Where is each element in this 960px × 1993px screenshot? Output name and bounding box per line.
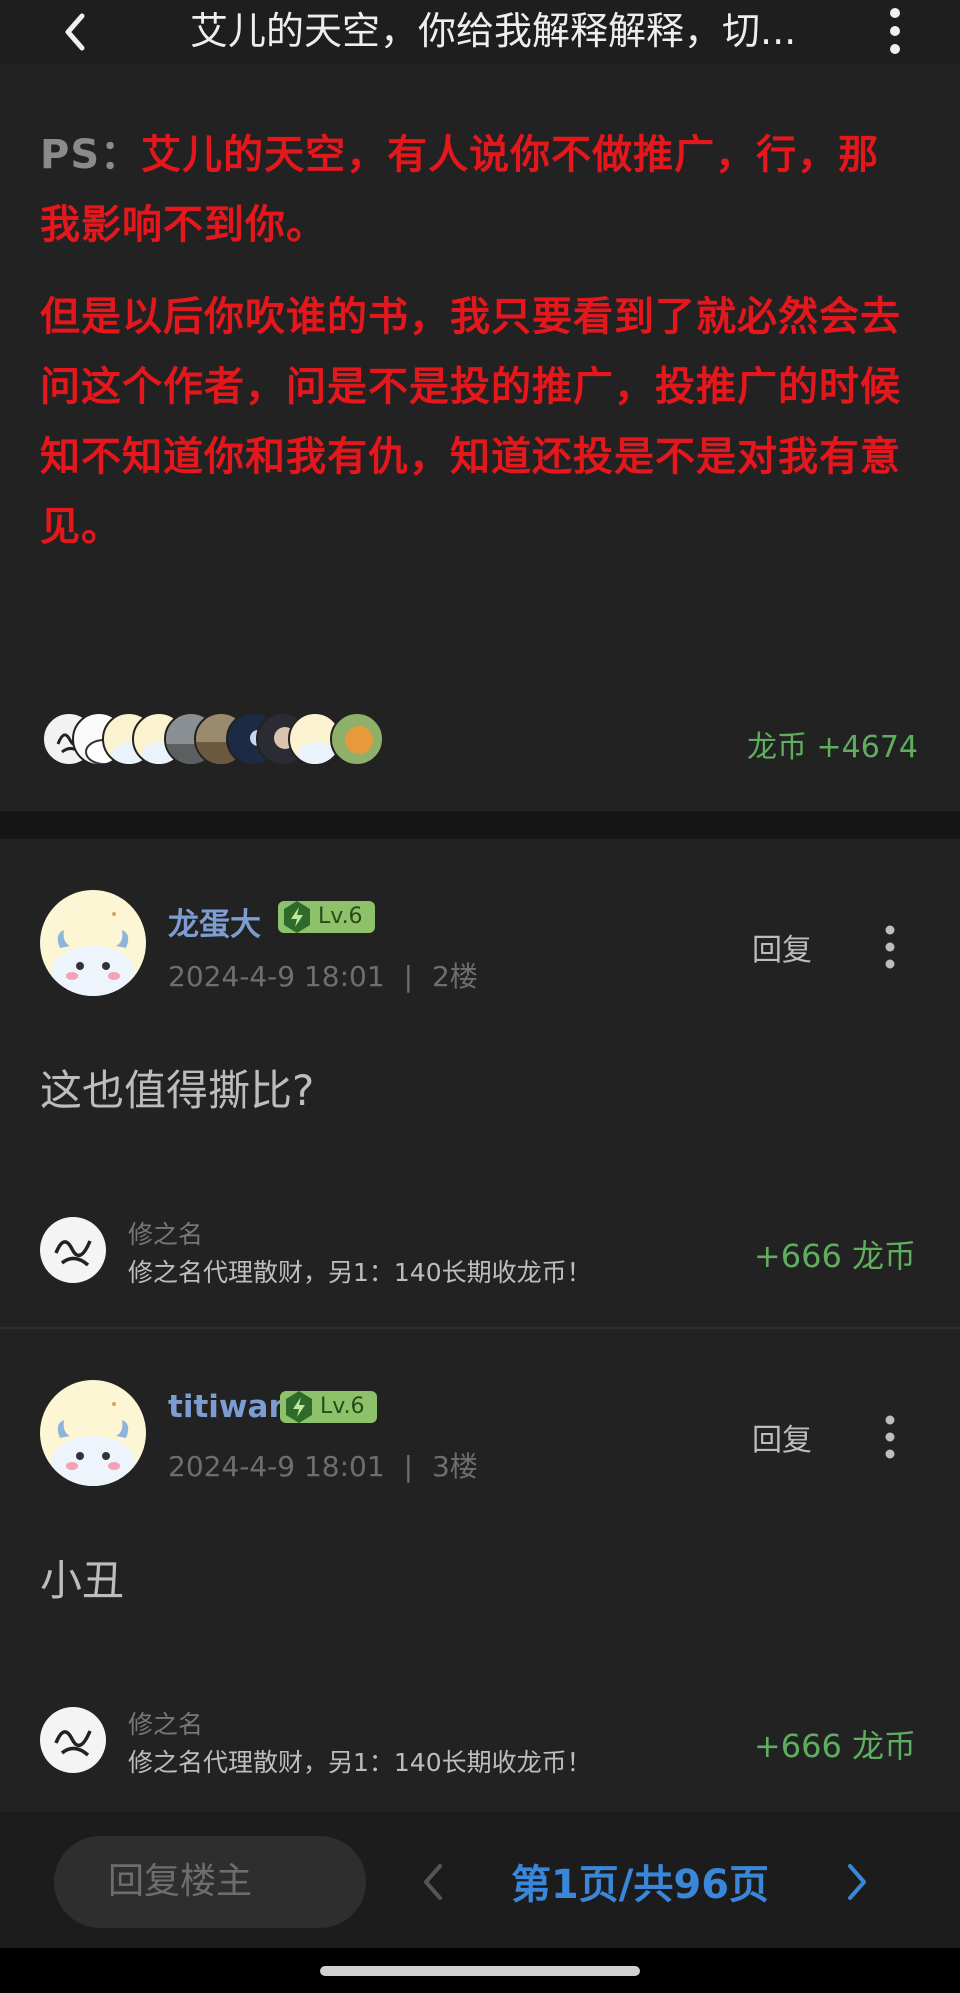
system-nav-area: [0, 1948, 960, 1993]
tipper-avatar[interactable]: [40, 1707, 106, 1773]
level-label: Lv.6: [320, 1394, 365, 1419]
home-indicator[interactable]: [320, 1966, 640, 1976]
meta-separator: |: [403, 960, 414, 993]
ps-paragraph: PS：艾儿的天空，有人说你不做推广，行，那我影响不到你。: [40, 120, 920, 260]
post-paragraph: 但是以后你吹谁的书，我只要看到了就必然会去问这个作者，问是不是投的推广，投推广的…: [40, 294, 901, 550]
orange-avatar: [330, 712, 384, 766]
username[interactable]: 龙蛋大: [168, 899, 261, 944]
next-page-icon[interactable]: [842, 1860, 872, 1904]
tipper-avatars[interactable]: [42, 712, 402, 770]
post-content: 这也值得撕比?: [40, 1066, 315, 1115]
post-time: 2024-4-9 18:01: [168, 960, 385, 993]
post-meta: 2024-4-9 18:01 | 3楼: [168, 1445, 478, 1485]
level-badge: Lv.6: [278, 901, 375, 933]
reply-button[interactable]: 回复: [752, 925, 812, 969]
post-content: 小丑: [40, 1556, 125, 1605]
tip-coins: +666 龙币: [753, 1237, 916, 1275]
avatar[interactable]: [40, 1380, 146, 1486]
avatar[interactable]: [40, 890, 146, 996]
tipper-name: 修之名: [128, 1710, 204, 1739]
more-options-icon[interactable]: [880, 6, 910, 56]
reply-to-op-input[interactable]: 回复楼主: [54, 1836, 366, 1928]
tipper-name: 修之名: [128, 1220, 204, 1249]
meta-separator: |: [403, 1450, 414, 1483]
top-bar: 艾儿的天空，你给我解释解释，切...: [0, 0, 960, 64]
prev-page-icon[interactable]: [418, 1860, 448, 1904]
ps-label: PS：: [40, 132, 142, 178]
tipper-avatar[interactable]: [40, 1217, 106, 1283]
reply-post: 龙蛋大 Lv.6 2024-4-9 18:01 | 2楼 回复 这也值得撕比? …: [0, 839, 960, 1327]
level-icon: [282, 1389, 316, 1425]
floor-number: 2楼: [431, 960, 478, 993]
bottom-bar: 回复楼主 第1页/共96页: [0, 1812, 960, 1948]
page-title: 艾儿的天空，你给我解释解释，切...: [190, 9, 797, 53]
level-icon: [280, 899, 314, 935]
post-more-icon[interactable]: [878, 923, 902, 973]
back-arrow-icon[interactable]: [56, 10, 100, 54]
post-body: PS：艾儿的天空，有人说你不做推广，行，那我影响不到你。 但是以后你吹谁的书，我…: [40, 120, 920, 584]
tip-message: 修之名代理散财，另1：140长期收龙币！: [128, 1748, 592, 1777]
reply-button[interactable]: 回复: [752, 1415, 812, 1459]
post-meta: 2024-4-9 18:01 | 2楼: [168, 955, 478, 995]
page-indicator[interactable]: 第1页/共96页: [470, 1852, 810, 1910]
ps-text: 艾儿的天空，有人说你不做推广，行，那我影响不到你。: [40, 132, 880, 248]
level-badge: Lv.6: [280, 1391, 377, 1423]
post-time: 2024-4-9 18:01: [168, 1450, 385, 1483]
post-more-icon[interactable]: [878, 1413, 902, 1463]
username[interactable]: titiwan: [168, 1389, 291, 1425]
level-label: Lv.6: [318, 904, 363, 929]
floor-number: 3楼: [431, 1450, 478, 1483]
reply-post: titiwan Lv.6 2024-4-9 18:01 | 3楼 回复 小丑 修…: [0, 1329, 960, 1812]
original-post: PS：艾儿的天空，有人说你不做推广，行，那我影响不到你。 但是以后你吹谁的书，我…: [0, 64, 960, 811]
op-coin-total[interactable]: 龙币 +4674: [747, 722, 918, 766]
section-separator: [0, 811, 960, 839]
tip-coins: +666 龙币: [753, 1727, 916, 1765]
tip-message: 修之名代理散财，另1：140长期收龙币！: [128, 1258, 592, 1287]
